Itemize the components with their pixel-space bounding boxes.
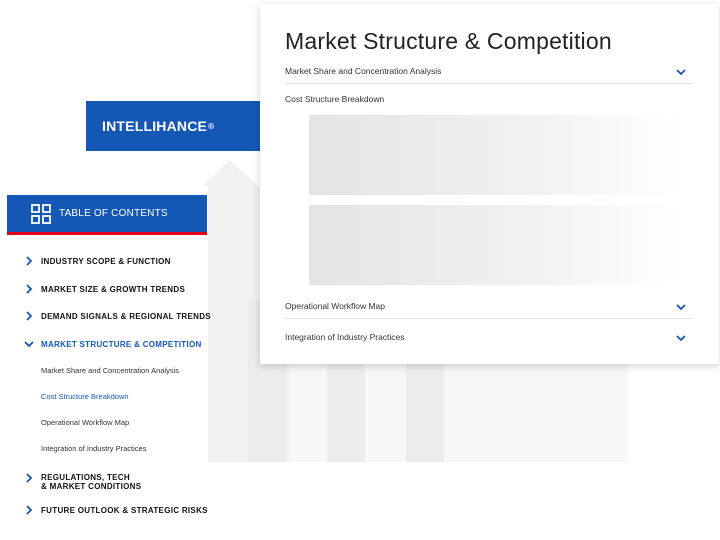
toc-item-label: FUTURE OUTLOOK & STRATEGIC RISKS bbox=[41, 505, 208, 515]
content-placeholder-block bbox=[309, 205, 681, 285]
accordion-cost-structure[interactable]: Cost Structure Breakdown bbox=[285, 92, 693, 112]
toc-item-regulations[interactable]: REGULATIONS, TECH & MARKET CONDITIONS bbox=[24, 473, 141, 491]
toc-subitem-market-share[interactable]: Market Share and Concentration Analysis bbox=[41, 366, 179, 375]
accordion-operational-workflow[interactable]: Operational Workflow Map bbox=[285, 299, 693, 319]
chevron-down-icon[interactable] bbox=[675, 301, 687, 313]
toc-item-label-line2: & MARKET CONDITIONS bbox=[41, 482, 142, 491]
page-title: Market Structure & Competition bbox=[285, 28, 612, 54]
chevron-down-icon[interactable] bbox=[675, 332, 687, 344]
accordion-label: Operational Workflow Map bbox=[285, 301, 385, 311]
toc-subitem-operational-workflow[interactable]: Operational Workflow Map bbox=[41, 418, 129, 427]
toc-item-label: MARKET STRUCTURE & COMPETITION bbox=[41, 339, 202, 349]
accordion-label: Market Share and Concentration Analysis bbox=[285, 66, 442, 76]
toc-item-market-size[interactable]: MARKET SIZE & GROWTH TRENDS bbox=[24, 284, 185, 294]
toc-item-market-structure[interactable]: MARKET STRUCTURE & COMPETITION bbox=[24, 339, 202, 349]
toc-item-industry-scope[interactable]: INDUSTRY SCOPE & FUNCTION bbox=[24, 256, 171, 266]
toc-header-button[interactable]: TABLE OF CONTENTS bbox=[7, 195, 207, 235]
toc-item-label-line1: REGULATIONS, TECH bbox=[41, 473, 130, 482]
chevron-right-icon bbox=[26, 256, 33, 266]
chevron-right-icon bbox=[26, 284, 33, 294]
toc-item-label: DEMAND SIGNALS & REGIONAL TRENDS bbox=[41, 311, 211, 321]
toc-subitem-cost-structure[interactable]: Cost Structure Breakdown bbox=[41, 392, 129, 401]
chevron-right-icon bbox=[26, 311, 33, 321]
chevron-down-icon bbox=[24, 341, 34, 348]
content-card: Market Structure & Competition Market Sh… bbox=[260, 4, 719, 364]
toc-item-label: REGULATIONS, TECH & MARKET CONDITIONS bbox=[41, 473, 141, 491]
chevron-right-icon bbox=[26, 473, 33, 483]
brand-registered-mark: ® bbox=[208, 121, 215, 131]
grid-icon bbox=[31, 203, 51, 224]
chevron-down-icon[interactable] bbox=[675, 66, 687, 78]
chevron-right-icon bbox=[26, 505, 33, 515]
toc-header-label: TABLE OF CONTENTS bbox=[59, 208, 168, 219]
accordion-integration-practices[interactable]: Integration of Industry Practices bbox=[285, 330, 693, 350]
toc-subitem-integration-practices[interactable]: Integration of Industry Practices bbox=[41, 444, 146, 453]
brand-name: INTELLIHANCE bbox=[102, 118, 208, 134]
toc-item-future-outlook[interactable]: FUTURE OUTLOOK & STRATEGIC RISKS bbox=[24, 505, 208, 515]
accordion-market-share[interactable]: Market Share and Concentration Analysis bbox=[285, 64, 693, 84]
toc-item-demand-signals[interactable]: DEMAND SIGNALS & REGIONAL TRENDS bbox=[24, 311, 211, 321]
brand-banner: INTELLIHANCE ® bbox=[86, 101, 260, 151]
accordion-label: Cost Structure Breakdown bbox=[285, 94, 385, 104]
toc-item-label: INDUSTRY SCOPE & FUNCTION bbox=[41, 256, 171, 266]
accordion-label: Integration of Industry Practices bbox=[285, 332, 405, 342]
toc-item-label: MARKET SIZE & GROWTH TRENDS bbox=[41, 284, 186, 294]
content-placeholder-block bbox=[309, 115, 681, 195]
